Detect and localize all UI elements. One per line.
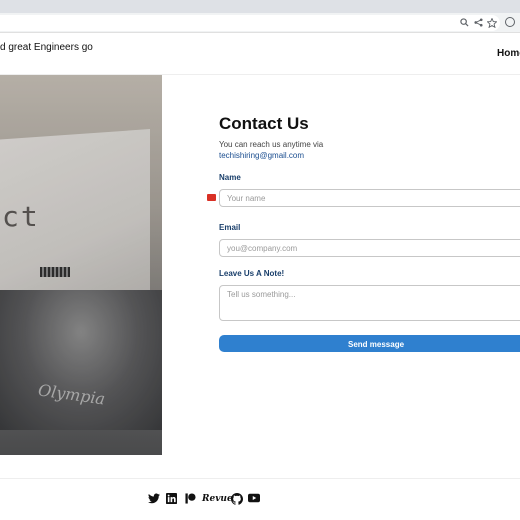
extension-icon[interactable] bbox=[505, 17, 515, 27]
address-bar[interactable] bbox=[0, 15, 500, 31]
browser-tab-strip bbox=[0, 0, 520, 13]
site-tagline: d great Engineers go bbox=[0, 42, 93, 53]
browser-toolbar bbox=[0, 13, 520, 33]
name-label: Name bbox=[219, 173, 241, 182]
reach-text: You can reach us anytime via bbox=[219, 140, 324, 149]
name-field[interactable] bbox=[219, 189, 520, 207]
twitter-icon[interactable] bbox=[148, 493, 160, 505]
footer-divider bbox=[0, 478, 520, 479]
note-textarea[interactable] bbox=[219, 285, 520, 321]
send-message-label: Send message bbox=[348, 340, 405, 349]
password-manager-icon[interactable] bbox=[207, 194, 216, 201]
youtube-icon[interactable] bbox=[248, 493, 260, 505]
typewriter-image: ct Olympia bbox=[0, 75, 162, 455]
note-label: Leave Us A Note! bbox=[219, 269, 285, 278]
email-label: Email bbox=[219, 223, 241, 232]
linkedin-icon[interactable] bbox=[166, 493, 177, 505]
zoom-icon[interactable] bbox=[459, 18, 469, 28]
bookmark-star-icon[interactable] bbox=[486, 17, 498, 29]
contact-email-link[interactable]: techishiring@gmail.com bbox=[219, 151, 304, 160]
image-overlay bbox=[0, 75, 162, 455]
share-icon[interactable] bbox=[473, 18, 483, 28]
revue-icon[interactable]: Revue bbox=[202, 494, 233, 504]
nav-home-link[interactable]: Home bbox=[497, 48, 520, 59]
github-icon[interactable] bbox=[231, 493, 243, 505]
patreon-icon[interactable] bbox=[185, 493, 196, 505]
page-title: Contact Us bbox=[219, 114, 309, 133]
site-header: d great Engineers go Home bbox=[0, 33, 520, 75]
email-field[interactable] bbox=[219, 239, 520, 257]
